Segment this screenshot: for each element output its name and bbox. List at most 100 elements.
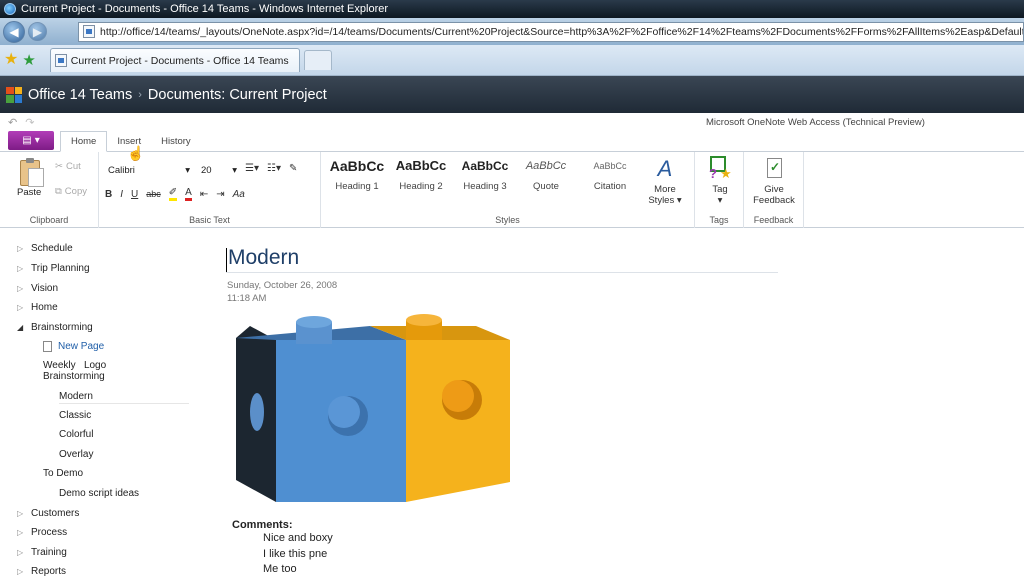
ribbon-tabs: ▤ ▾ Home Insert History bbox=[0, 131, 1024, 152]
styles-clear-icon[interactable]: Aa bbox=[233, 189, 245, 200]
nav-section[interactable]: ▷ Vision bbox=[17, 283, 58, 294]
new-tab-button[interactable] bbox=[303, 50, 332, 70]
back-button[interactable]: ◀ bbox=[3, 20, 25, 43]
yellow-cube-front-knob-face bbox=[442, 380, 474, 412]
nav-section[interactable]: ◢ Brainstorming bbox=[17, 322, 93, 333]
nav-section[interactable]: ▷ Home bbox=[17, 302, 58, 313]
dropdown-arrow-icon: ▾ bbox=[34, 135, 40, 146]
cubes-image[interactable] bbox=[230, 312, 530, 502]
nav-section[interactable]: ▷ Training bbox=[17, 547, 67, 558]
tag-label: Tag bbox=[712, 184, 728, 195]
scissors-icon: ✂ bbox=[55, 161, 63, 172]
nav-subpage-selected[interactable]: Modern bbox=[59, 390, 189, 404]
nav-label: Classic bbox=[59, 410, 92, 421]
copy-button[interactable]: ⧉ Copy bbox=[55, 186, 87, 197]
nav-section[interactable]: ▷ Customers bbox=[17, 508, 79, 519]
redo-icon[interactable]: ↷ bbox=[25, 116, 34, 129]
breadcrumb[interactable]: Documents: Current Project bbox=[148, 87, 327, 103]
font-size: 20 bbox=[201, 164, 212, 176]
nav-page[interactable]: Brainstorming bbox=[43, 371, 105, 382]
font-color-icon[interactable]: A bbox=[185, 187, 192, 201]
tags-group-label: Tags bbox=[709, 215, 729, 225]
basic-text-group-label: Basic Text bbox=[189, 215, 230, 225]
page-title[interactable]: Modern bbox=[226, 246, 778, 273]
browser-tab[interactable]: Current Project - Documents - Office 14 … bbox=[49, 48, 300, 72]
font-name-combo[interactable]: Calibri ▾ bbox=[106, 163, 192, 177]
new-page-button[interactable]: New Page bbox=[43, 341, 104, 352]
font-size-combo[interactable]: 20 ▾ bbox=[199, 163, 239, 177]
page-date: Sunday, October 26, 2008 bbox=[227, 280, 338, 291]
address-bar[interactable]: http://office/14/teams/_layouts/OneNote.… bbox=[78, 21, 1024, 42]
format-painter-icon[interactable]: ✎ bbox=[289, 163, 297, 174]
decrease-indent-icon[interactable]: ⇤ bbox=[200, 189, 208, 200]
blue-cube-top-knob-cap bbox=[296, 316, 332, 328]
blue-cube-side-knob bbox=[250, 393, 264, 431]
style-heading-1[interactable]: AaBbCc Heading 1 bbox=[326, 156, 388, 192]
favorites-star-icon[interactable]: ★ bbox=[4, 52, 18, 68]
comment-line: Nice and boxy bbox=[263, 532, 333, 544]
style-heading-2[interactable]: AaBbCc Heading 2 bbox=[390, 156, 452, 192]
bullets-icon[interactable]: ☰▾ bbox=[245, 163, 259, 174]
onenote-menu-icon: ▤ bbox=[22, 135, 32, 146]
page-time: 11:18 AM bbox=[227, 292, 267, 304]
text-caret bbox=[226, 248, 227, 272]
basic-text-group: Calibri ▾ 20 ▾ ☰▾ ☷▾ ✎ B I U abc ✐ A ⇤ ⇥ A… bbox=[99, 152, 321, 228]
bold-icon[interactable]: B bbox=[105, 189, 112, 200]
nav-subpage[interactable]: Classic bbox=[59, 410, 91, 421]
comments-label: Comments: bbox=[232, 519, 293, 531]
undo-icon[interactable]: ↶ bbox=[8, 116, 17, 129]
style-sample: AaBbCc bbox=[525, 160, 567, 172]
style-sample: AaBbCc bbox=[593, 161, 627, 171]
tab-history[interactable]: History bbox=[151, 132, 201, 151]
forward-button[interactable]: ▶ bbox=[28, 22, 47, 41]
dropdown-arrow-icon: ▾ bbox=[232, 164, 237, 176]
nav-section[interactable]: ▷ Process bbox=[17, 527, 67, 538]
highlight-icon[interactable]: ✐ bbox=[168, 187, 178, 201]
address-url: http://office/14/teams/_layouts/OneNote.… bbox=[100, 25, 1024, 38]
increase-indent-icon[interactable]: ⇥ bbox=[216, 189, 224, 200]
expand-triangle-icon: ▷ bbox=[17, 509, 24, 518]
breadcrumb-separator: › bbox=[138, 88, 142, 101]
give-feedback-button[interactable]: ✓ Give Feedback bbox=[750, 156, 798, 206]
nav-label: Modern bbox=[59, 391, 93, 402]
tab-home[interactable]: Home bbox=[60, 131, 108, 152]
dropdown-arrow-icon: ▾ bbox=[717, 195, 723, 206]
comments-block[interactable]: Comments: Nice and boxy I like this pne … bbox=[232, 519, 333, 576]
page-datetime: Sunday, October 26, 2008 11:18 AM bbox=[227, 280, 337, 305]
strikethrough-icon[interactable]: abc bbox=[146, 189, 161, 199]
nav-section[interactable]: ▷ Schedule bbox=[17, 243, 73, 254]
yellow-cube-top-knob-cap bbox=[406, 314, 442, 326]
nav-subpage[interactable]: Colorful bbox=[59, 429, 93, 440]
nav-label: Weekly Logo bbox=[43, 360, 107, 371]
new-page-icon bbox=[43, 341, 52, 352]
nav-page[interactable]: To Demo bbox=[43, 468, 83, 479]
blue-cube-front-knob-face bbox=[328, 396, 360, 428]
nav-section[interactable]: ▷ Reports bbox=[17, 566, 66, 576]
expand-triangle-icon: ▷ bbox=[17, 528, 24, 537]
style-quote[interactable]: AaBbCc Quote bbox=[515, 156, 577, 192]
tag-button[interactable]: ? ★ Tag ▾ bbox=[703, 156, 737, 206]
site-header: Office 14 Teams › Documents: Current Pro… bbox=[0, 76, 1024, 113]
nav-label: Customers bbox=[31, 508, 80, 519]
nav-label: Training bbox=[31, 547, 67, 558]
underline-icon[interactable]: U bbox=[131, 189, 138, 200]
give-feedback-label-1: Give bbox=[764, 184, 784, 195]
add-favorites-icon[interactable]: ★ bbox=[22, 53, 35, 68]
cut-label: Cut bbox=[65, 161, 81, 172]
cut-button[interactable]: ✂ Cut bbox=[55, 161, 81, 172]
style-citation[interactable]: AaBbCc Citation bbox=[579, 156, 641, 192]
copy-label: Copy bbox=[64, 186, 87, 197]
style-name: Quote bbox=[533, 181, 559, 192]
site-name[interactable]: Office 14 Teams bbox=[28, 87, 132, 103]
nav-subpage[interactable]: Overlay bbox=[59, 449, 93, 460]
style-heading-3[interactable]: AaBbCc Heading 3 bbox=[454, 156, 516, 192]
numbering-icon[interactable]: ☷▾ bbox=[267, 163, 281, 174]
nav-subpage[interactable]: Demo script ideas bbox=[59, 488, 139, 499]
more-styles-button[interactable]: A More Styles ▾ bbox=[643, 156, 687, 206]
nav-page[interactable]: Weekly Logo bbox=[43, 360, 106, 371]
expand-triangle-icon: ▷ bbox=[17, 264, 24, 273]
app-menu-button[interactable]: ▤ ▾ bbox=[8, 131, 54, 150]
italic-icon[interactable]: I bbox=[120, 189, 123, 200]
nav-section[interactable]: ▷ Trip Planning bbox=[17, 263, 90, 274]
tags-group: ? ★ Tag ▾ Tags bbox=[695, 152, 744, 228]
